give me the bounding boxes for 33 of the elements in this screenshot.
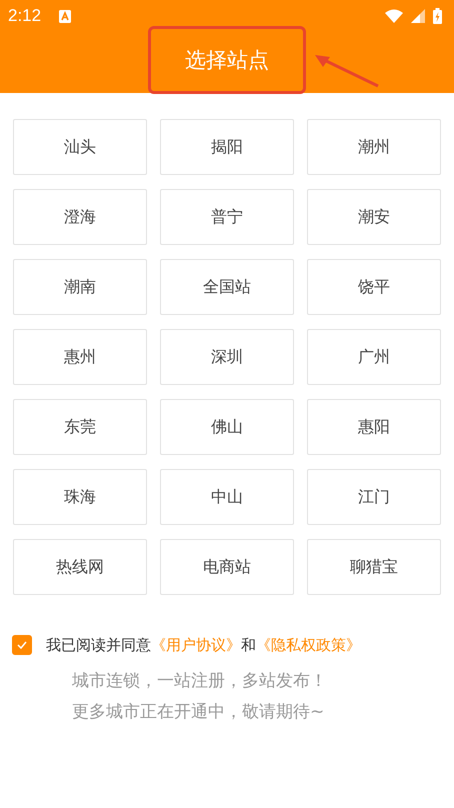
- battery-icon: [433, 8, 442, 24]
- page-title: 选择站点: [185, 47, 269, 74]
- station-button[interactable]: 惠阳: [307, 399, 441, 455]
- station-button[interactable]: 惠州: [13, 329, 147, 385]
- check-icon: [17, 641, 27, 649]
- station-button[interactable]: 电商站: [160, 539, 294, 595]
- station-button[interactable]: 普宁: [160, 189, 294, 245]
- app-notification-icon: [59, 10, 72, 23]
- station-button[interactable]: 广州: [307, 329, 441, 385]
- station-button[interactable]: 珠海: [13, 469, 147, 525]
- agreement-checkbox[interactable]: [12, 635, 32, 655]
- station-button[interactable]: 佛山: [160, 399, 294, 455]
- station-button[interactable]: 东莞: [13, 399, 147, 455]
- station-button[interactable]: 揭阳: [160, 119, 294, 175]
- station-button[interactable]: 澄海: [13, 189, 147, 245]
- station-button[interactable]: 江门: [307, 469, 441, 525]
- station-button[interactable]: 中山: [160, 469, 294, 525]
- station-button[interactable]: 热线网: [13, 539, 147, 595]
- annotation-arrow: [314, 54, 380, 88]
- signal-icon: [411, 9, 425, 23]
- station-button[interactable]: 汕头: [13, 119, 147, 175]
- agreement-text: 我已阅读并同意《用户协议》和《隐私权政策》: [46, 636, 361, 654]
- station-button[interactable]: 潮南: [13, 259, 147, 315]
- station-button[interactable]: 潮安: [307, 189, 441, 245]
- station-button[interactable]: 聊猎宝: [307, 539, 441, 595]
- station-button[interactable]: 深圳: [160, 329, 294, 385]
- wifi-icon: [385, 9, 403, 23]
- notice-text: 城市连锁，一站注册，多站发布！: [72, 670, 328, 693]
- station-button[interactable]: 全国站: [160, 259, 294, 315]
- status-time: 2:12: [8, 6, 42, 26]
- notice-text: 更多城市正在开通中，敬请期待~: [72, 701, 326, 724]
- station-button[interactable]: 潮州: [307, 119, 441, 175]
- station-button[interactable]: 饶平: [307, 259, 441, 315]
